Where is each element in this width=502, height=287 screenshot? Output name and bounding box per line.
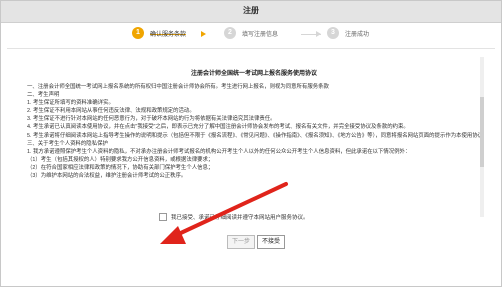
agreement-line: （3）为维护本网站的合法权益，维护注册会计师考试的公正秩序。 — [27, 173, 187, 180]
next-button[interactable]: 下一步 — [227, 235, 256, 249]
scrollbar-thumb[interactable] — [480, 97, 484, 167]
step-label: 确认服务条款 — [150, 31, 187, 38]
agreement-line: 4. 考生承诺已认真阅读本使用协议，并在点击"我接受"之后，即表示已充分了解中国… — [27, 124, 409, 131]
arrow-right-icon — [201, 31, 206, 37]
step-number: 1 — [132, 27, 144, 39]
agreement-line: （1）考生（包括其授权的人）特别要求我方公开信息资料，或根据法律要求； — [27, 156, 214, 163]
divider — [7, 48, 495, 49]
registration-dialog: 注册 1 确认服务条款 2 填写注册信息 3 注册成功 注册会计师全国统一考试网… — [0, 0, 502, 287]
step-success: 3 注册成功 — [327, 27, 369, 39]
agreement-line: （2）在符合国家相应法律和政策的情况下，协助有关部门保护考生个人信息； — [27, 164, 214, 171]
agreement-line: 一、注册会计师全国统一考试网上报名系统的所有权归中国注册会计师协会所有。考生进行… — [27, 84, 329, 90]
step-indicator: 1 确认服务条款 2 填写注册信息 3 注册成功 — [1, 22, 501, 46]
agreement-line: 5. 考生承诺将仔细阅读本网站上指导考生操作的说明和提示（包括但不限于《报名流程… — [27, 132, 481, 139]
title-bar: 注册 — [1, 1, 501, 23]
step-number: 2 — [224, 27, 236, 39]
step-label: 注册成功 — [345, 31, 370, 38]
arrow-right-icon — [316, 31, 321, 37]
agreement-line: 1. 考生保证所填写的资料准确详实。 — [27, 100, 114, 107]
consent-row[interactable]: 我已接受、承诺已仔细阅读并遵守本网站用户服务协议。 — [159, 213, 309, 221]
agreement-line: 3. 考生保证不进行针对本网站的任何恶意行为，对于破坏本网站的行为将依据有关法律… — [27, 116, 276, 123]
action-buttons: 下一步 不接受 — [227, 235, 287, 249]
step-fill-info: 2 填写注册信息 — [224, 27, 278, 39]
agreement-line: 1. 我方承诺遵照保护考生个人资料的隐私，不对承办注册会计师考试报名的机构公开考… — [27, 148, 411, 155]
agreement-title: 注册会计师全国统一考试网上报名服务使用协议 — [190, 71, 317, 77]
consent-label[interactable]: 我已接受、承诺已仔细阅读并遵守本网站用户服务协议。 — [171, 213, 309, 221]
decline-button[interactable]: 不接受 — [257, 235, 286, 249]
step-confirm-terms: 1 确认服务条款 — [132, 27, 186, 39]
vertical-scrollbar[interactable] — [480, 57, 484, 217]
consent-checkbox[interactable] — [159, 213, 167, 221]
dialog-title: 注册 — [243, 6, 259, 15]
agreement-line: 三、关于考生个人资料的隐私保护 — [27, 140, 108, 147]
step-label: 填写注册信息 — [242, 31, 279, 38]
agreement-scroll-area[interactable]: 注册会计师全国统一考试网上报名服务使用协议 一、注册会计师全国统一考试网上报名系… — [27, 51, 481, 226]
agreement-line: 二、考生声明 — [27, 92, 60, 99]
step-number: 3 — [327, 27, 339, 39]
agreement-line: 2. 考生保证不利用本网站从事任何违反法律、法规和政策规定的活动。 — [27, 108, 195, 115]
